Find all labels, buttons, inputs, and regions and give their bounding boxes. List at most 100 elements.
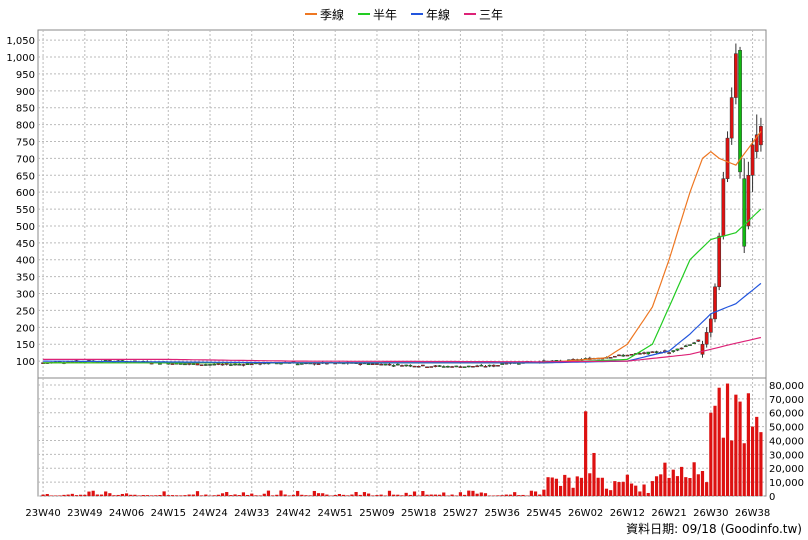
volume-bar — [371, 495, 375, 496]
volume-bar — [592, 452, 596, 496]
data-date-footer: 資料日期: 09/18 (Goodinfo.tw) — [626, 522, 802, 536]
candle-body — [750, 144, 755, 176]
price-tick-label: 250 — [16, 306, 35, 317]
volume-bar — [646, 492, 650, 496]
candle-body — [208, 364, 212, 366]
volume-bar — [58, 495, 62, 496]
volume-bar — [124, 493, 129, 496]
candle-body — [237, 364, 242, 366]
price-tick-label: 400 — [16, 256, 35, 267]
x-tick-label: 24W51 — [318, 508, 353, 519]
volume-bar — [533, 491, 538, 496]
x-tick-label: 24W33 — [234, 508, 269, 519]
stock-chart: 100 150 200 250 300 350 400 450 500 550 600 650 700 7… — [6, 29, 804, 519]
volume-bar — [475, 493, 479, 496]
volume-bar — [308, 495, 312, 496]
volume-bar — [154, 495, 158, 496]
volume-bar — [412, 491, 417, 496]
volume-bar — [241, 492, 246, 496]
candle-body — [517, 363, 521, 365]
volume-bar — [659, 474, 663, 496]
legend-label-half-year: 半年 — [372, 7, 397, 22]
candle-body — [454, 365, 459, 368]
candle-body — [387, 363, 392, 366]
volume-bar — [183, 495, 187, 496]
volume-bar — [133, 494, 137, 496]
volume-bar — [717, 387, 721, 496]
volume-bar — [567, 477, 571, 496]
volume-bar — [41, 494, 45, 496]
candle-body — [446, 365, 450, 368]
candle-body — [708, 318, 713, 333]
x-tick-label: 25W09 — [359, 508, 394, 519]
volume-bar — [730, 440, 734, 496]
candle-body — [366, 363, 371, 365]
candle-body — [713, 286, 717, 320]
volume-bar — [529, 490, 533, 496]
x-tick-label: 23W40 — [25, 508, 60, 519]
volume-bar — [680, 466, 684, 496]
candle-body — [370, 363, 375, 366]
volume-bar — [287, 495, 291, 496]
candle-body — [299, 363, 304, 365]
candle-body — [479, 364, 484, 367]
volume-bar — [554, 478, 559, 496]
volume-bar — [650, 481, 655, 496]
volume-bar — [367, 493, 371, 496]
volume-tick-label: 0 — [769, 492, 775, 503]
candle-body — [224, 363, 229, 365]
x-tick-label: 24W42 — [276, 508, 311, 519]
candle-body — [245, 363, 250, 366]
volume-bar — [755, 416, 759, 496]
price-tick-label: 950 — [16, 70, 35, 81]
volume-bar — [195, 491, 200, 496]
volume-bar — [738, 401, 742, 496]
volume-bar — [266, 490, 271, 496]
candle-body — [738, 50, 742, 173]
candle-body — [391, 365, 396, 367]
volume-bar — [116, 494, 120, 496]
candle-body — [379, 363, 383, 366]
candle-body — [688, 344, 692, 346]
chart-legend: 季線 半年 年線 三年 — [0, 4, 808, 24]
volume-bar — [271, 495, 275, 496]
candle-body — [187, 363, 192, 365]
volume-bar — [675, 476, 680, 496]
volume-bar — [379, 494, 383, 496]
volume-bar — [696, 474, 700, 496]
price-tick-label: 850 — [16, 104, 35, 115]
candle-body — [612, 355, 617, 358]
volume-bar — [175, 495, 179, 496]
x-tick-label: 26W12 — [610, 508, 645, 519]
candle-body — [258, 363, 262, 365]
candle-body — [229, 364, 233, 366]
candle-body — [466, 365, 471, 368]
volume-bar — [312, 490, 316, 496]
candle-body — [621, 354, 626, 357]
volume-bar — [283, 494, 287, 496]
candle-body — [717, 235, 722, 288]
candle-body — [629, 354, 634, 356]
volume-bar — [437, 494, 442, 496]
volume-bar — [471, 490, 475, 496]
volume-tick-label: 60,000 — [769, 409, 804, 420]
x-tick-label: 24W24 — [192, 508, 227, 519]
candle-body — [170, 363, 175, 365]
volume-tick-label: 70,000 — [769, 395, 804, 406]
volume-bar — [750, 426, 755, 496]
volume-bar — [99, 494, 104, 496]
volume-bar — [734, 394, 738, 496]
candle-body — [191, 363, 196, 365]
volume-bar — [604, 488, 609, 496]
candle-body — [416, 365, 421, 368]
volume-bar — [700, 471, 705, 496]
volume-bar — [571, 487, 575, 496]
volume-bar — [66, 494, 70, 496]
candle-body — [433, 365, 438, 367]
candle-body — [395, 363, 400, 366]
candle-body — [608, 357, 613, 359]
legend-swatch-three-year — [464, 13, 477, 15]
volume-bar — [179, 495, 183, 496]
candle-body — [679, 347, 684, 350]
volume-bar — [421, 491, 425, 496]
